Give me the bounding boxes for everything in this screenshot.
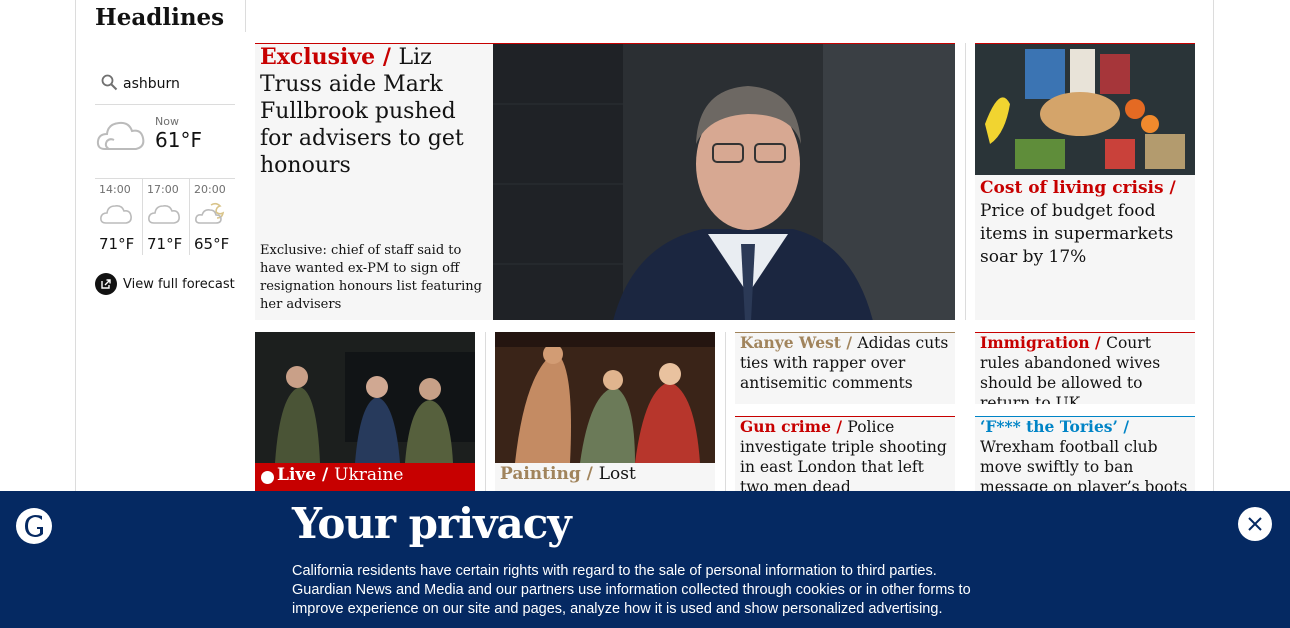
- location-search[interactable]: ashburn: [95, 68, 235, 105]
- story-card[interactable]: Live / Ukraine: [255, 332, 475, 492]
- cloud-icon: [99, 201, 133, 229]
- story-headline-link[interactable]: Immigration / Court rules abandoned wive…: [980, 333, 1192, 404]
- forecast-slot: 14:00 71°F: [95, 179, 141, 255]
- story-headline-link[interactable]: Painting / Lost: [500, 463, 712, 486]
- story-card[interactable]: Painting / Lost: [495, 332, 715, 492]
- current-temperature: 61°F: [155, 128, 202, 152]
- story-headline: Lost: [598, 464, 636, 484]
- story-card[interactable]: Gun crime / Police investigate triple sh…: [735, 416, 955, 492]
- live-banner[interactable]: Live / Ukraine: [255, 463, 475, 492]
- story-kicker: Exclusive /: [260, 44, 399, 70]
- story-headline: Ukraine: [334, 465, 404, 485]
- story-kicker: Painting /: [500, 464, 599, 484]
- story-kicker: Cost of living crisis /: [980, 178, 1176, 198]
- story-card[interactable]: Cost of living crisis / Price of budget …: [975, 43, 1195, 320]
- story-photo[interactable]: [975, 44, 1195, 175]
- lead-story-card[interactable]: Exclusive / Liz Truss aide Mark Fullbroo…: [255, 43, 955, 320]
- story-kicker: Live /: [277, 465, 335, 485]
- divider: [245, 0, 246, 32]
- story-headline: Wrexham football club move swiftly to ba…: [980, 438, 1188, 492]
- cloud-icon: [147, 201, 181, 229]
- forecast-time: 20:00: [194, 183, 226, 196]
- forecast-slot: 20:00 65°F: [189, 179, 236, 255]
- hourly-forecast: 14:00 71°F 17:00 71°F 20:00 65°F: [95, 178, 235, 255]
- banner-text: Live / Ukraine: [277, 465, 404, 485]
- privacy-body: California residents have certain rights…: [292, 563, 971, 617]
- privacy-banner: Your privacy California residents have c…: [0, 491, 1290, 628]
- lead-headline[interactable]: Exclusive / Liz Truss aide Mark Fullbroo…: [260, 44, 490, 179]
- forecast-temp: 71°F: [147, 235, 183, 253]
- cloud-icon: [95, 116, 147, 156]
- section-title: Headlines: [95, 4, 225, 31]
- story-headline-link[interactable]: Cost of living crisis / Price of budget …: [980, 177, 1192, 269]
- forecast-slot: 17:00 71°F: [142, 179, 189, 255]
- close-button[interactable]: [1238, 507, 1272, 541]
- view-full-forecast-link[interactable]: View full forecast: [95, 272, 235, 296]
- forecast-time: 14:00: [99, 183, 131, 196]
- story-headline: Price of budget food items in supermarke…: [980, 201, 1174, 267]
- story-kicker: Gun crime /: [740, 417, 848, 436]
- story-kicker: ‘F*** the Tories’ /: [980, 417, 1129, 436]
- story-card[interactable]: Immigration / Court rules abandoned wive…: [975, 332, 1195, 404]
- story-kicker: Kanye West /: [740, 333, 858, 352]
- forecast-temp: 65°F: [194, 235, 230, 253]
- lead-standfirst: Exclusive: chief of staff said to have w…: [260, 243, 482, 312]
- lead-photo[interactable]: [493, 44, 955, 320]
- partly-cloudy-night-icon: [194, 201, 228, 229]
- story-kicker: Immigration /: [980, 333, 1107, 352]
- search-icon: [101, 74, 118, 95]
- story-headline-link[interactable]: ‘F*** the Tories’ / Wrexham football clu…: [980, 417, 1192, 492]
- now-label: Now: [155, 115, 179, 128]
- story-photo[interactable]: [255, 332, 475, 463]
- forecast-time: 17:00: [147, 183, 179, 196]
- story-card[interactable]: Kanye West / Adidas cuts ties with rappe…: [735, 332, 955, 404]
- privacy-title: Your privacy: [292, 499, 572, 548]
- close-icon: [1248, 517, 1262, 531]
- live-indicator-icon: [261, 471, 274, 484]
- divider: [725, 332, 726, 492]
- divider: [485, 332, 486, 492]
- view-full-forecast-label: View full forecast: [123, 276, 235, 292]
- external-link-icon: [95, 273, 117, 295]
- story-headline-link[interactable]: Kanye West / Adidas cuts ties with rappe…: [740, 333, 952, 393]
- story-photo[interactable]: [495, 332, 715, 463]
- divider: [965, 43, 966, 320]
- story-card[interactable]: ‘F*** the Tories’ / Wrexham football clu…: [975, 416, 1195, 492]
- story-headline-link[interactable]: Gun crime / Police investigate triple sh…: [740, 417, 952, 492]
- location-value[interactable]: ashburn: [123, 76, 180, 92]
- guardian-logo-icon: [16, 508, 52, 544]
- forecast-temp: 71°F: [99, 235, 135, 253]
